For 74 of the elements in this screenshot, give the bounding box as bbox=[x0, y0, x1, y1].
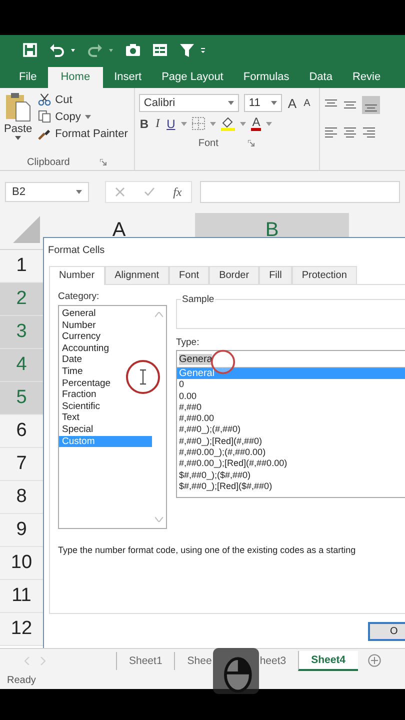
ribbon-tab[interactable]: Page Layout bbox=[152, 67, 232, 88]
format-code-item[interactable]: #,##0 bbox=[177, 402, 405, 414]
font-size-field[interactable]: 11 bbox=[244, 94, 282, 112]
row-header[interactable]: 7 bbox=[0, 448, 44, 480]
dialog-tab[interactable]: Protection bbox=[292, 266, 357, 284]
format-code-item[interactable]: #,##0_);(#,##0) bbox=[177, 424, 405, 436]
category-label: Category: bbox=[58, 291, 100, 302]
row-header[interactable]: 10 bbox=[0, 547, 44, 579]
paste-button[interactable]: Paste bbox=[4, 92, 32, 154]
italic-button[interactable]: I bbox=[154, 116, 161, 131]
category-item[interactable]: Currency bbox=[59, 331, 152, 343]
ribbon-tab[interactable]: Revie bbox=[343, 67, 390, 88]
format-code-item[interactable]: 0.00 bbox=[177, 390, 405, 402]
grow-font-button[interactable]: A bbox=[286, 96, 298, 110]
copy-button[interactable]: Copy bbox=[36, 109, 130, 124]
ribbon-tab[interactable]: File bbox=[10, 67, 46, 88]
row-header[interactable]: 4 bbox=[0, 349, 44, 381]
format-code-item[interactable]: $#,##0_);[Red]($#,##0) bbox=[177, 480, 405, 492]
row-header[interactable]: 9 bbox=[0, 514, 44, 546]
category-item[interactable]: Fraction bbox=[59, 389, 152, 401]
format-painter-button[interactable]: Format Painter bbox=[36, 126, 130, 141]
category-item[interactable]: Accounting bbox=[59, 342, 152, 354]
ribbon-tab[interactable]: Formulas bbox=[234, 67, 298, 88]
category-item[interactable]: Special bbox=[59, 424, 152, 436]
format-code-item[interactable]: #,##0.00_);[Red](#,##0.00) bbox=[177, 458, 405, 470]
sheet-tab[interactable]: heet3 bbox=[260, 652, 298, 670]
format-code-item[interactable]: #,##0.00_);(#,##0.00) bbox=[177, 447, 405, 458]
status-text: Ready bbox=[7, 675, 36, 686]
category-item[interactable]: Text bbox=[59, 412, 152, 424]
sheet-tab[interactable]: Sheet4 bbox=[298, 650, 358, 670]
sheet-tab[interactable]: Shee bbox=[174, 652, 212, 670]
name-box[interactable]: B2 bbox=[5, 182, 89, 202]
dialog-tab[interactable]: Number bbox=[49, 266, 105, 285]
font-name-field[interactable]: Calibri bbox=[138, 94, 239, 112]
row-header[interactable]: 3 bbox=[0, 316, 44, 348]
font-color-button[interactable]: A bbox=[251, 116, 262, 130]
row-header[interactable]: 11 bbox=[0, 580, 44, 612]
format-code-item[interactable]: #,##0_);[Red](#,##0) bbox=[177, 436, 405, 448]
row-header[interactable]: 2 bbox=[0, 283, 44, 315]
format-code-item[interactable]: #,##0.00 bbox=[177, 413, 405, 424]
row-header[interactable]: 8 bbox=[0, 481, 44, 513]
group-label: Font bbox=[198, 138, 218, 148]
sample-label: Sample bbox=[181, 294, 216, 305]
row-header[interactable]: 12 bbox=[0, 613, 44, 645]
category-item[interactable]: Scientific bbox=[59, 400, 152, 412]
group-label: Clipboard bbox=[27, 156, 70, 168]
dialog-tab[interactable]: Font bbox=[169, 266, 210, 284]
format-code-item[interactable]: 0 bbox=[177, 379, 405, 391]
dialog-tab[interactable]: Border bbox=[209, 266, 260, 284]
ribbon-tab[interactable]: Data bbox=[300, 67, 342, 88]
shrink-font-button[interactable]: A bbox=[302, 98, 312, 108]
ribbon-tab[interactable]: Insert bbox=[105, 67, 151, 88]
dialog-tab[interactable]: Fill bbox=[259, 266, 292, 284]
type-label: Type: bbox=[176, 337, 200, 348]
hint-text: Type the number format code, using one of the existing codes as a starting bbox=[58, 545, 357, 555]
category-list[interactable]: General Number Currency Accounting Date Time Percentage Fraction Scientific Text Special Custom bbox=[58, 305, 167, 529]
ribbon-tab[interactable]: Home bbox=[48, 67, 104, 88]
underline-button[interactable]: U bbox=[166, 116, 176, 130]
category-item[interactable]: Percentage bbox=[59, 378, 152, 390]
dialog-tab[interactable]: Alignment bbox=[104, 266, 170, 284]
category-item[interactable]: General bbox=[59, 308, 152, 320]
cut-button[interactable]: Cut bbox=[36, 92, 130, 107]
row-header[interactable]: 6 bbox=[0, 415, 44, 447]
type-list[interactable]: General 0 0.00 #,##0 #,##0.00 #,##0_);(#,##0) #,##0_);[Red](#,##0) #,##0.00_);(#,##0.00) #,##0.00_);[Red](#,##0.00) $#,##0_);($#,##0) $#,##0_);[Red]($#,##0) bbox=[176, 368, 405, 498]
bold-button[interactable]: B bbox=[138, 116, 150, 130]
category-item[interactable]: Number bbox=[59, 320, 152, 332]
category-item[interactable]: Time bbox=[59, 366, 152, 378]
format-code-item[interactable]: $#,##0_);($#,##0) bbox=[177, 470, 405, 481]
ok-button[interactable]: O bbox=[368, 622, 405, 640]
category-item[interactable]: Date bbox=[59, 354, 152, 366]
row-header[interactable]: 1 bbox=[0, 250, 44, 282]
insert-function-button[interactable]: fx bbox=[173, 184, 182, 200]
sheet-tab[interactable]: Sheet1 bbox=[116, 652, 174, 670]
row-header[interactable]: 5 bbox=[0, 382, 44, 414]
